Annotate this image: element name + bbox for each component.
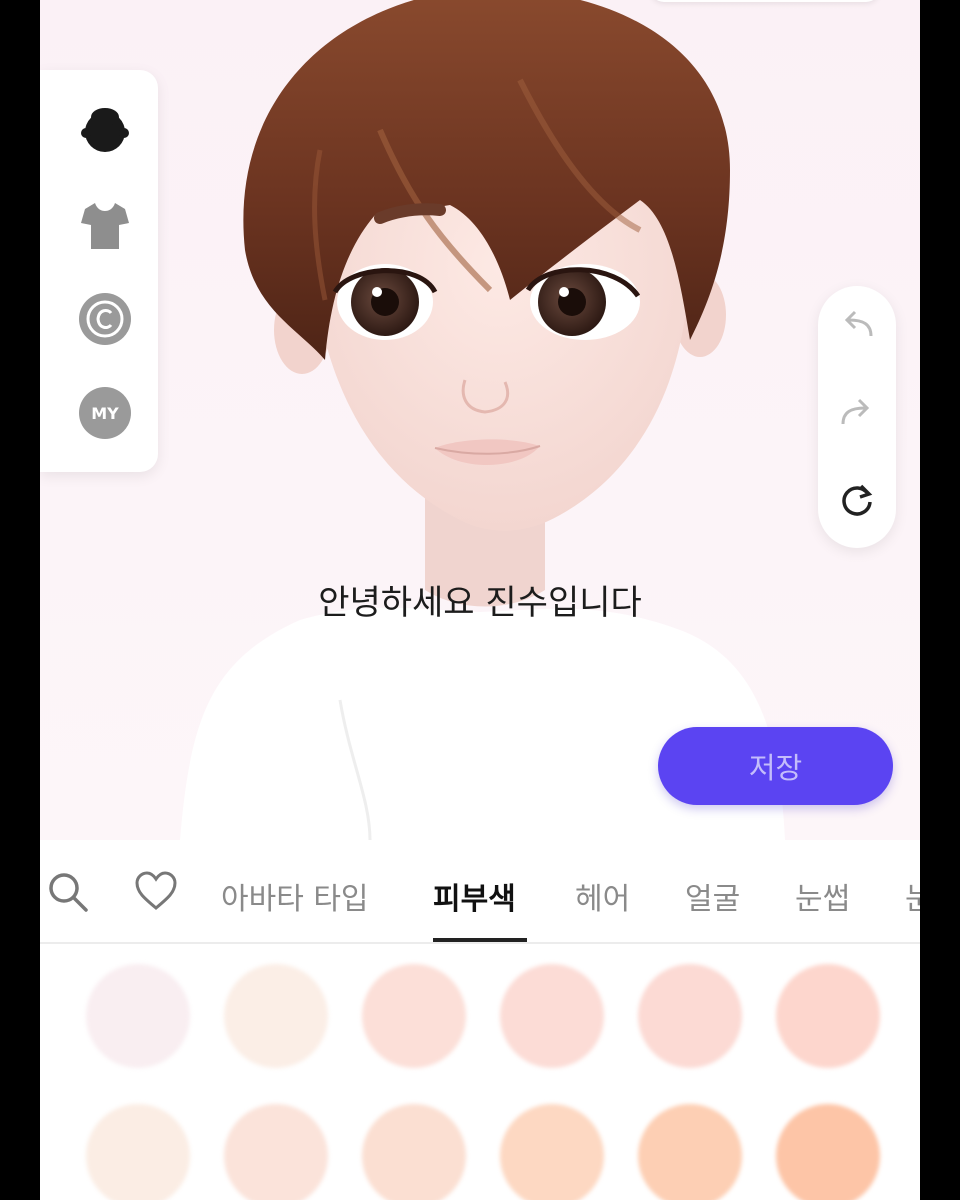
tab-eyebrows[interactable]: 눈썹: [795, 874, 850, 918]
refresh-icon: [842, 484, 873, 516]
avatar-3d-figure[interactable]: [40, 0, 920, 840]
copyright-icon: [79, 293, 131, 345]
skin-swatch[interactable]: [500, 964, 604, 1068]
skin-swatch[interactable]: [86, 964, 190, 1068]
shirt: [180, 607, 785, 840]
my-badge-label: MY: [91, 404, 119, 423]
category-toolbar: MY: [40, 70, 158, 472]
skin-swatch[interactable]: [224, 964, 328, 1068]
tab-hair[interactable]: 헤어: [575, 874, 630, 918]
hair-category-button[interactable]: [76, 102, 134, 160]
tab-skin-color[interactable]: 피부색: [433, 874, 516, 918]
search-icon: [49, 873, 88, 912]
skin-swatch[interactable]: [224, 1104, 328, 1200]
tab-eyes[interactable]: 눈: [905, 874, 920, 918]
skin-color-palette: [40, 944, 920, 1200]
head-silhouette-icon: [81, 108, 129, 152]
category-tab-bar: 아바타 타입 피부색 헤어 얼굴 눈썹 눈: [40, 840, 920, 944]
tab-face[interactable]: 얼굴: [685, 874, 740, 918]
skin-swatch[interactable]: [362, 964, 466, 1068]
clothing-category-button[interactable]: [76, 196, 134, 254]
my-badge-icon: MY: [79, 387, 131, 439]
active-tab-indicator: [433, 938, 527, 942]
skin-swatch[interactable]: [776, 1104, 880, 1200]
skin-swatch[interactable]: [362, 1104, 466, 1200]
history-toolbar: [818, 286, 896, 548]
my-category-button[interactable]: MY: [76, 384, 134, 442]
heart-icon: [135, 871, 177, 910]
skin-swatch[interactable]: [638, 964, 742, 1068]
redo-button[interactable]: [835, 390, 879, 434]
skin-swatch[interactable]: [500, 1104, 604, 1200]
undo-arrow-icon: [844, 310, 873, 337]
reset-button[interactable]: [835, 478, 879, 522]
tab-avatar-type[interactable]: 아바타 타입: [221, 874, 369, 918]
skin-swatch[interactable]: [776, 964, 880, 1068]
undo-button[interactable]: [835, 302, 879, 346]
copyright-category-button[interactable]: [76, 290, 134, 348]
redo-arrow-icon: [841, 398, 870, 425]
skin-swatch[interactable]: [638, 1104, 742, 1200]
search-button[interactable]: [40, 864, 96, 920]
tshirt-icon: [81, 203, 129, 249]
skin-swatch[interactable]: [86, 1104, 190, 1200]
favorites-button[interactable]: [128, 864, 184, 920]
avatar-editor-screen: MY 안녕하세요 진수입니다 저장 아바타 타입 피부색 헤어 얼굴 눈썹 눈: [40, 0, 920, 1200]
save-button[interactable]: 저장: [658, 727, 893, 805]
avatar-stage: MY 안녕하세요 진수입니다 저장: [40, 0, 920, 840]
speech-caption: 안녕하세요 진수입니다: [318, 583, 642, 623]
